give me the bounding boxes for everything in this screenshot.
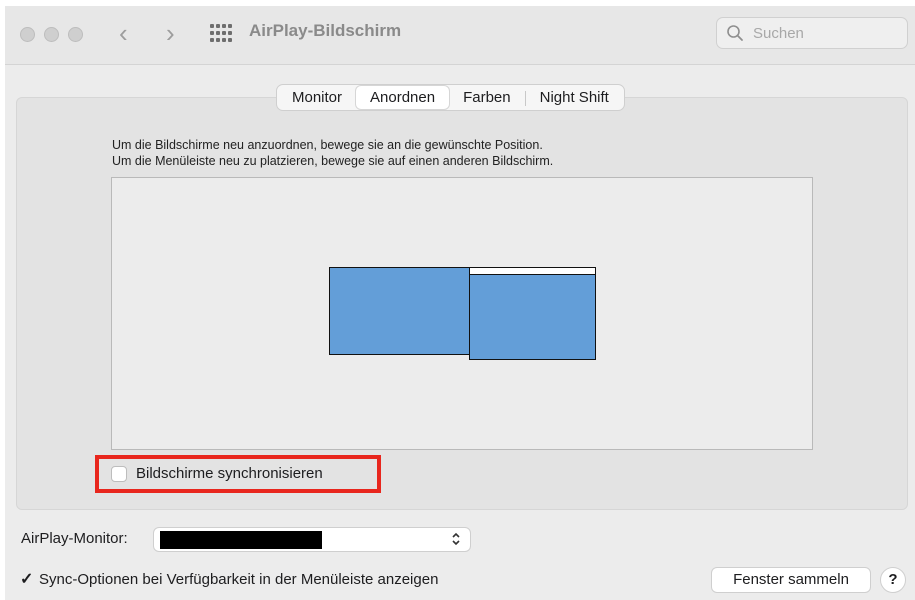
sync-checkbox-label[interactable]: Bildschirme synchronisieren <box>136 465 323 482</box>
search-icon <box>727 25 743 41</box>
menu-bar-handle[interactable] <box>469 267 596 275</box>
chevron-updown-icon <box>451 531 461 548</box>
search-field[interactable] <box>716 17 908 49</box>
back-button[interactable]: ‹ <box>119 18 128 48</box>
tab-anordnen[interactable]: Anordnen <box>356 86 450 109</box>
arrange-instruction-2: Um die Menüleiste neu zu platzieren, bew… <box>112 154 554 168</box>
search-placeholder: Suchen <box>753 25 804 42</box>
menu-bar-option-checkbox[interactable]: ✓ <box>20 569 33 589</box>
display-airplay[interactable] <box>469 273 596 360</box>
minimize-window-button[interactable] <box>44 27 59 42</box>
sync-checkbox[interactable] <box>111 466 127 482</box>
menu-bar-option-label[interactable]: Sync-Optionen bei Verfügbarkeit in der M… <box>39 571 438 588</box>
forward-button[interactable]: › <box>166 18 175 48</box>
redacted-monitor-name <box>160 531 322 549</box>
arrange-instruction-1: Um die Bildschirme neu anzuordnen, beweg… <box>112 138 543 152</box>
tab-night-shift[interactable]: Night Shift <box>526 86 623 109</box>
window-title: AirPlay-Bildschirm <box>249 21 402 40</box>
tab-bar: Monitor Anordnen Farben Night Shift <box>276 84 625 111</box>
airplay-monitor-label: AirPlay-Monitor: <box>21 530 128 547</box>
grid-icon[interactable] <box>210 24 232 42</box>
tab-farben[interactable]: Farben <box>449 86 525 109</box>
help-button[interactable]: ? <box>880 567 906 593</box>
zoom-window-button[interactable] <box>68 27 83 42</box>
collect-windows-button[interactable]: Fenster sammeln <box>711 567 871 593</box>
tab-monitor[interactable]: Monitor <box>278 86 356 109</box>
close-window-button[interactable] <box>20 27 35 42</box>
display-main[interactable] <box>329 267 471 355</box>
